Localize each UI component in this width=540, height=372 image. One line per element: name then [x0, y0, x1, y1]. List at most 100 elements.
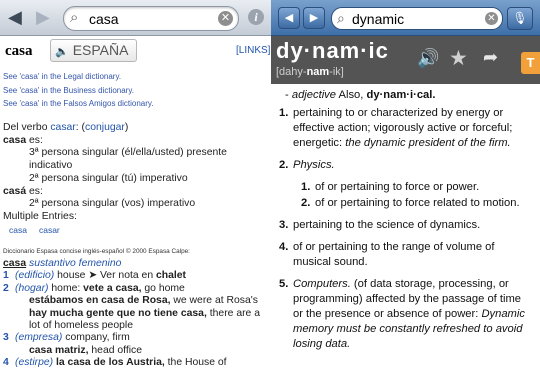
sense-label: (empresa) [15, 332, 63, 344]
sense-2-sub-1: 1. of or pertaining to force or power. [279, 180, 532, 195]
sense-number: 1 [3, 270, 9, 282]
pron-stress: nam [306, 66, 330, 78]
form-casa-desc-1: 3ª persona singular (él/ella/usted) pres… [29, 147, 227, 172]
sense-3-example: casa matriz, head office [3, 345, 268, 357]
headword: casa [5, 43, 33, 59]
sense-3: 3 (empresa) company, firm [3, 332, 268, 344]
part-of-speech-line: - adjective Also, dy·nam·i·cal. [279, 88, 532, 103]
sub-number: 1. [301, 181, 311, 194]
word-header: dy·nam·ic [dahy-nam-ik] 🔊 ★ ➦ T [271, 36, 540, 84]
see-legal-link[interactable]: See 'casa' in the Legal dictionary. [3, 70, 154, 84]
search-value: dynamic [352, 11, 405, 27]
verb-link[interactable]: casar [50, 122, 75, 133]
verb-section: Del verbo casar: (conjugar) casa es: 3ª … [3, 122, 269, 237]
entry-link-casar[interactable]: casar [39, 225, 60, 235]
sense-3: 3. pertaining to the science of dynamics. [279, 218, 532, 233]
sense-number: 1. [279, 107, 289, 120]
sense-label: (hogar) [15, 282, 49, 294]
form-casa-accent-es: es: [26, 185, 43, 197]
definitions: - adjective Also, dy·nam·i·cal. 1. pertai… [271, 84, 540, 352]
verb-prefix: Del verbo [3, 122, 51, 133]
sense-text: home: [48, 282, 84, 294]
info-icon[interactable]: i [248, 9, 264, 25]
microphone-icon: 🎙 [512, 11, 528, 25]
entry-link-casa[interactable]: casa [9, 225, 27, 235]
form-casa: casa es: [3, 135, 269, 148]
sub-text: of or pertaining to force related to mot… [315, 196, 520, 209]
see-also-links: See 'casa' in the Legal dictionary. See … [3, 70, 154, 111]
sense-number: 3 [3, 332, 9, 344]
example-en: head office [88, 344, 143, 356]
links-button[interactable]: [LINKS] [236, 45, 270, 56]
form-casa-word: casa [3, 134, 27, 146]
pos-dash: - [285, 89, 292, 101]
sense-4: 4. of or pertaining to the range of volum… [279, 240, 532, 270]
sub-text: of or pertaining to force or power. [315, 181, 480, 194]
form-casa-accent: casá es: [3, 186, 269, 199]
form-casa-es: es: [26, 134, 43, 146]
thesaurus-tab-button[interactable]: T [521, 52, 540, 74]
sense-text: the House of [164, 357, 227, 369]
sense-number: 5. [279, 277, 289, 290]
example-es: hay mucha gente que no tiene casa, [29, 307, 207, 319]
forward-arrow-icon[interactable]: ▶ [36, 8, 50, 26]
variant-form: dy·nam·i·cal. [366, 89, 436, 101]
sense-text: company, firm [62, 332, 130, 344]
microphone-button[interactable]: 🎙 [507, 7, 533, 30]
sense-text: house ➤ Ver nota en [54, 270, 156, 282]
sense-1: 1. pertaining to or characterized by ener… [279, 106, 532, 151]
verb-line: Del verbo casar: (conjugar) [3, 122, 269, 135]
pronunciation: [dahy-nam-ik] [276, 66, 344, 78]
see-business-link[interactable]: See 'casa' in the Business dictionary. [3, 84, 154, 98]
back-arrow-icon[interactable]: ◀ [8, 8, 22, 26]
form-casa-desc-2: 2ª persona singular (tú) imperativo [29, 172, 188, 184]
sense-translation: go home [141, 282, 185, 294]
sense-label: Computers. [293, 277, 351, 290]
right-toolbar: ◀ ▶ ⌕ dynamic ✕ 🎙 [271, 0, 540, 36]
sense-4: 4 (estirpe) la casa de los Austria, the H… [3, 357, 268, 369]
pron-c: -ik] [329, 66, 344, 78]
sense-example: vete a casa, [83, 282, 142, 294]
search-icon: ⌕ [70, 9, 79, 26]
sense-xref[interactable]: chalet [156, 270, 186, 281]
sense-2-example-1: estábamos en casa de Rosa, we were at Ro… [3, 295, 268, 307]
clear-search-icon[interactable]: ✕ [485, 12, 498, 25]
dictionary-entry: casa sustantivo femenino 1 (edificio) hou… [3, 258, 268, 370]
example-en: we were at Rosa's [170, 295, 258, 307]
forward-button[interactable]: ▶ [303, 7, 325, 29]
sense-5: 5. Computers. (of data storage, processin… [279, 277, 532, 352]
sense-example: the dynamic president of the firm. [345, 137, 511, 150]
pron-a: [dahy- [276, 66, 307, 78]
forward-arrow-icon: ▶ [309, 12, 319, 24]
conjugate-link[interactable]: conjugar [85, 122, 125, 133]
clear-search-icon[interactable]: ✕ [218, 11, 233, 26]
speaker-icon[interactable]: 🔊 [417, 48, 439, 69]
back-arrow-icon: ◀ [284, 12, 294, 24]
sense-text: of or pertaining to the range of volume … [293, 240, 495, 268]
share-icon[interactable]: ➦ [483, 47, 498, 68]
form-casa-accent-desc: 2ª persona singular (vos) imperativo [29, 198, 196, 210]
back-button[interactable]: ◀ [278, 7, 300, 29]
speaker-icon: 🔈 [55, 46, 69, 58]
copyright-line: Diccionario Espasa concise inglés-españo… [3, 248, 190, 255]
left-toolbar: ◀ ▶ ⌕ casa ✕ i [0, 0, 271, 36]
sense-number: 4. [279, 240, 289, 253]
favorite-star-icon[interactable]: ★ [449, 46, 468, 71]
multiple-entries-label: Multiple Entries: [3, 210, 77, 222]
search-icon: ⌕ [337, 10, 345, 26]
search-input[interactable]: ⌕ casa ✕ [63, 6, 239, 31]
entry-headword: casa [3, 258, 27, 269]
verb-sep: : ( [75, 122, 86, 133]
see-falsos-amigos-link[interactable]: See 'casa' in the Falsos Amigos dictiona… [3, 97, 154, 111]
sense-label: (estirpe) [15, 357, 54, 369]
sense-1: 1 (edificio) house ➤ Ver nota en chalet [3, 270, 268, 282]
search-input[interactable]: ⌕ dynamic ✕ [331, 7, 503, 30]
verb-close: ) [124, 122, 129, 133]
sense-number: 2. [279, 159, 289, 172]
pronounce-espana-button[interactable]: 🔈 ESPAÑA [50, 39, 138, 62]
sense-2-example-2: hay mucha gente que no tiene casa, there… [3, 308, 268, 333]
sense-2: 2 (hogar) home: vete a casa, go home [3, 283, 268, 295]
entry-pos: sustantivo femenino [26, 258, 122, 269]
example-es: estábamos en casa de Rosa, [29, 295, 171, 307]
sense-2-sub-2: 2. of or pertaining to force related to m… [279, 196, 532, 211]
